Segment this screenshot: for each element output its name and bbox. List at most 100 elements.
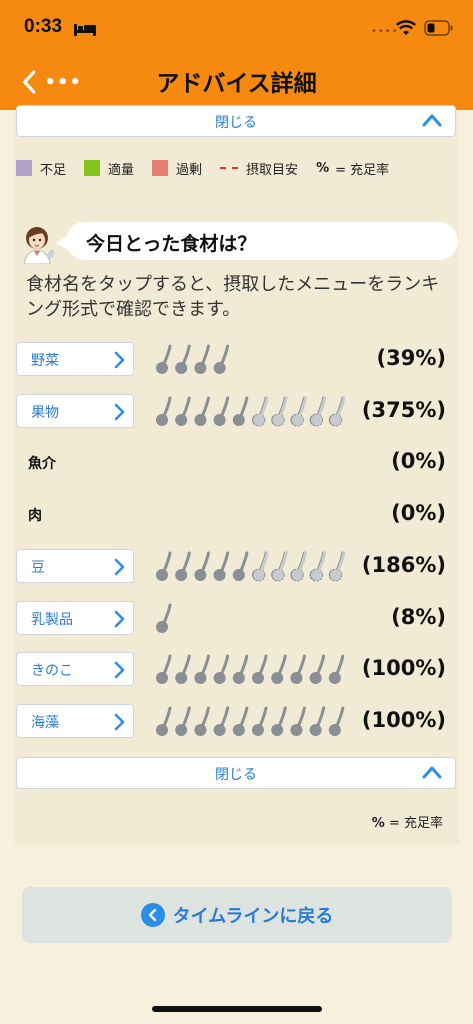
spoon-icon [328,654,345,684]
wifi-icon [396,20,416,35]
pct-note-label: = 充足率 [388,816,443,831]
spoon-icon [194,396,210,426]
status-time: 0:33 [24,16,63,37]
status-bar: 0:33 •••• [0,14,473,44]
spoon-icon [290,396,307,427]
spoon-icon [156,344,172,374]
pct-note-symbol: % [371,816,385,831]
food-row: 海藻 (100%) [16,704,456,740]
bed-icon [74,24,96,36]
chevron-up-icon [422,766,442,779]
food-name: 魚介 [28,456,56,472]
appropriate-swatch [84,160,101,176]
back-to-timeline-button[interactable]: タイムラインに戻る [22,887,452,943]
shortage-swatch [16,160,32,176]
spoon-icon [194,706,210,736]
spoon-icon [309,706,326,736]
spoon-icon [175,551,191,581]
legend-appropriate: 適量 [84,159,134,178]
spoon-icon [156,551,172,581]
spoon-icon [213,706,230,736]
spoon-icon [252,396,269,427]
spoon-icon [175,706,191,736]
spoon-icon [213,654,230,684]
spoon-icon [271,706,287,736]
chevron-right-icon [114,610,125,628]
spoon-icon [232,551,249,581]
spoon-icon [271,396,288,427]
legend-excess-label: 過剰 [176,162,203,178]
legend-shortage-label: 不足 [40,162,67,178]
food-button[interactable]: 乳製品 [16,601,134,635]
food-percent: (0%) [391,501,446,525]
food-name: 肉 [28,508,42,524]
food-percent: (0%) [391,449,446,473]
chevron-left-circle-icon [140,903,165,927]
home-indicator [152,1006,322,1012]
spoon-icon [213,344,230,374]
collapse-bottom-label: 閉じる [215,767,257,783]
food-button[interactable]: 海藻 [16,704,134,738]
spoon-icon [156,396,172,426]
food-percent: (186%) [361,553,446,577]
food-row: 乳製品 (8%) [16,601,456,637]
legend: 不足 適量 過剰 摂取目安 % = 充足率 [16,158,407,178]
food-row: 野菜 (39%) [16,342,456,378]
legend-appropriate-label: 適量 [108,162,135,178]
spoon-icon [194,344,210,374]
spoon-icon [156,706,172,736]
legend-pct: % = 充足率 [316,159,389,178]
collapse-top-button[interactable]: 閉じる [16,105,456,137]
spoon-icon [232,706,249,736]
chevron-right-icon [114,403,125,421]
spoon-icon [252,551,269,582]
question-bubble: 今日とった食材は？ [56,222,458,260]
spoon-icon [328,706,345,736]
spoon-icon [213,396,230,426]
food-button[interactable]: きのこ [16,652,134,686]
header: 0:33 •••• ••• アドバイス詳細 [0,0,473,110]
legend-pct-symbol: % [316,160,330,176]
pct-note: % = 充足率 [372,812,443,831]
spoon-icon [175,344,191,374]
spoon-icon [290,706,306,736]
chevron-right-icon [114,661,125,679]
spoon-icon [290,551,307,582]
target-dash [220,167,239,169]
spoon-icon [194,654,210,684]
collapse-bottom-button[interactable]: 閉じる [16,757,456,789]
food-percent: (100%) [361,656,446,680]
page-title: アドバイス詳細 [156,71,317,97]
legend-target: 摂取目安 [220,159,298,178]
food-percent: (375%) [361,398,446,422]
spoon-icon [329,396,346,427]
food-row: 豆 (186%) [16,549,456,585]
spoon-icon [310,396,327,427]
food-row: 肉 (0%) [16,497,456,533]
question-section: 今日とった食材は？ [14,220,459,264]
food-name: 果物 [31,405,59,421]
excess-swatch [152,160,169,176]
chevron-right-icon [114,713,125,731]
spoon-icon [156,603,172,633]
spoon-icon [213,551,230,581]
spoon-icon [309,654,326,684]
spoon-icon [329,551,346,582]
food-row: 果物 (375%) [16,394,456,430]
food-button[interactable]: 果物 [16,394,134,428]
collapse-top-label: 閉じる [215,115,257,131]
food-name: 野菜 [31,353,59,369]
spoon-icon [252,706,268,736]
spoon-icon [194,551,210,581]
spoon-icon [252,654,268,684]
spoon-icon [175,396,191,426]
spoon-icon [310,551,327,582]
food-button[interactable]: 野菜 [16,342,134,376]
battery-icon [424,20,453,36]
food-name: きのこ [31,663,73,679]
food-row: 魚介 (0%) [16,445,456,481]
legend-target-label: 摂取目安 [246,162,299,178]
food-percent: (8%) [391,605,446,629]
chevron-up-icon [422,114,442,127]
food-button[interactable]: 豆 [16,549,134,583]
